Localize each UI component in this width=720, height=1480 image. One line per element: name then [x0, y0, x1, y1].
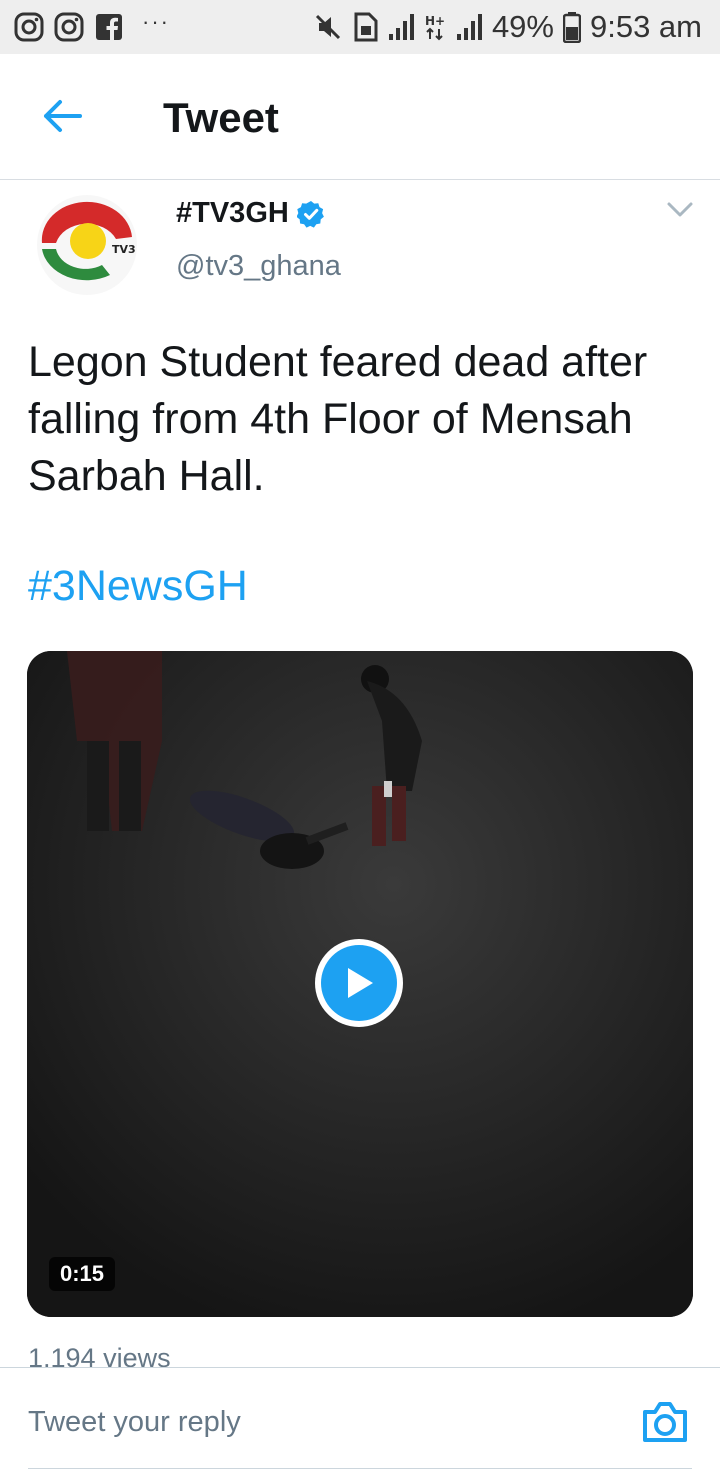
tweet-text: Legon Student feared dead after falling … — [28, 338, 648, 500]
page-title: Tweet — [163, 94, 279, 141]
reply-divider — [28, 1468, 692, 1469]
battery-percentage: 49% — [491, 9, 554, 44]
hashtag-link[interactable]: #3NewsGH — [28, 562, 248, 611]
camera-icon[interactable] — [640, 1398, 690, 1446]
reply-input[interactable]: Tweet your reply — [28, 1406, 241, 1439]
instagram-icon — [14, 12, 44, 42]
mute-icon — [315, 14, 340, 40]
instagram-icon — [54, 12, 84, 42]
video-player[interactable]: 0:15 — [27, 651, 693, 1317]
signal-icon — [388, 14, 414, 40]
notification-icons: ··· — [14, 9, 170, 42]
author-name[interactable]: #TV3GH — [176, 197, 325, 230]
view-count: 1,194 views — [28, 1343, 171, 1369]
tv3-logo-icon: TV3 — [37, 195, 137, 295]
reply-bar: Tweet your reply — [0, 1367, 720, 1480]
play-icon — [321, 945, 397, 1021]
avatar[interactable]: TV3 — [30, 195, 144, 295]
display-name-text[interactable]: #TV3GH — [176, 197, 289, 230]
facebook-icon — [96, 14, 122, 41]
author-handle[interactable]: @tv3_ghana — [176, 250, 341, 283]
back-arrow-icon[interactable] — [40, 98, 84, 134]
network-hplus-icon: H+ — [425, 14, 445, 41]
app-header: Tweet — [0, 54, 720, 180]
sim-card-icon — [354, 12, 378, 42]
battery-icon — [562, 12, 581, 43]
status-bar: ··· H+ 49% 9:53 am — [0, 0, 720, 54]
play-button[interactable] — [315, 939, 403, 1027]
video-duration-badge: 0:15 — [49, 1257, 116, 1291]
signal-icon — [456, 14, 482, 40]
verified-badge-icon — [296, 200, 324, 228]
svg-text:H+: H+ — [425, 14, 445, 28]
svg-text:TV3: TV3 — [112, 243, 136, 256]
clock: 9:53 am — [589, 9, 702, 44]
system-indicators: H+ 49% 9:53 am — [313, 9, 702, 45]
chevron-down-icon[interactable] — [666, 200, 694, 220]
more-notifications-indicator: ··· — [142, 9, 170, 34]
